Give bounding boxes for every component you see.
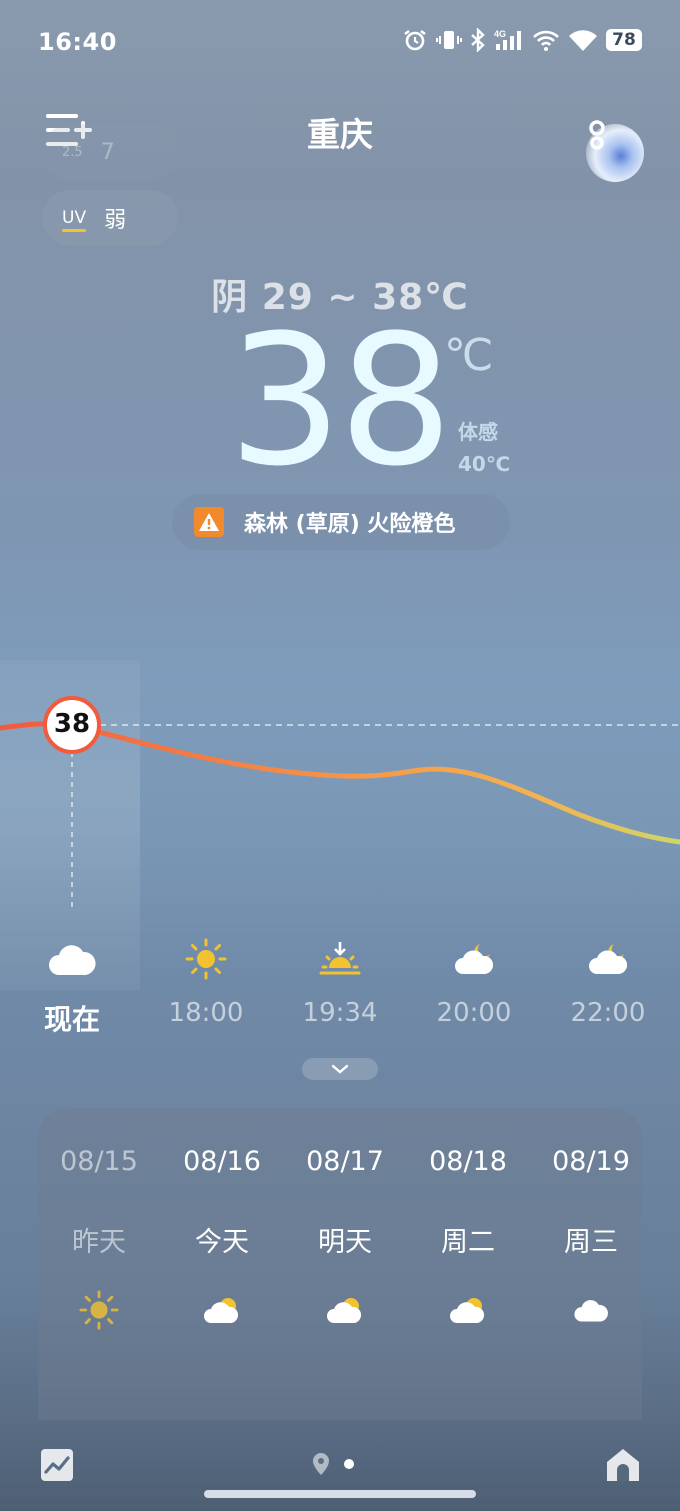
temperature-unit: ℃ xyxy=(444,330,494,381)
feels-like: 体感 40℃ xyxy=(458,416,510,480)
hour-label: 18:00 xyxy=(168,998,244,1028)
gesture-home-bar[interactable] xyxy=(204,1490,476,1498)
assistant-orb-icon[interactable] xyxy=(586,120,644,182)
status-time: 16:40 xyxy=(38,28,117,56)
day-item[interactable]: 08/17 明天 xyxy=(290,1146,400,1330)
location-pin-icon xyxy=(313,1453,329,1475)
feels-like-label: 体感 xyxy=(458,420,498,444)
hour-label: 20:00 xyxy=(436,998,512,1028)
pager-dot xyxy=(344,1459,354,1469)
day-date: 08/19 xyxy=(552,1146,630,1177)
warning-triangle-icon xyxy=(194,507,224,537)
uv-value: 弱 xyxy=(104,208,127,233)
hour-item[interactable]: 22:00 xyxy=(548,936,668,1028)
wifi-calling-icon xyxy=(533,30,559,51)
hour-item[interactable]: 18:00 xyxy=(146,936,266,1028)
vibrate-icon xyxy=(436,31,462,49)
status-icons: 4G 78 xyxy=(402,28,642,52)
day-item[interactable]: 08/18 周二 xyxy=(413,1146,523,1330)
day-date: 08/15 xyxy=(60,1146,138,1177)
wifi-icon xyxy=(569,30,597,51)
chevron-down-icon[interactable] xyxy=(302,1058,378,1080)
day-item[interactable]: 08/16 今天 xyxy=(167,1146,277,1330)
sun-icon xyxy=(44,1290,154,1330)
home-icon[interactable] xyxy=(604,1446,642,1484)
current-temperature: 38 xyxy=(228,297,453,506)
cloud-icon xyxy=(536,1290,646,1330)
weather-alert[interactable]: 森林 (草原) 火险橙色 xyxy=(172,494,510,550)
cloud-icon xyxy=(12,936,132,982)
aqi-label: 2.5 xyxy=(62,144,83,160)
day-name: 今天 xyxy=(195,1227,249,1258)
uv-chip[interactable]: UV 弱 xyxy=(42,190,178,246)
hour-label: 19:34 xyxy=(302,998,378,1028)
current-temp-marker-label: 38 xyxy=(53,709,91,739)
cloud-sun-icon xyxy=(290,1290,400,1330)
uv-label: UV xyxy=(62,208,87,232)
bluetooth-icon xyxy=(471,28,485,52)
day-date: 08/16 xyxy=(183,1146,261,1177)
cloud-sun-icon xyxy=(413,1290,523,1330)
day-name: 周三 xyxy=(564,1227,618,1258)
day-date: 08/18 xyxy=(429,1146,507,1177)
cloud-sun-icon xyxy=(167,1290,277,1330)
aqi-value: 7 xyxy=(100,139,115,165)
alarm-icon xyxy=(404,29,426,51)
sunset-icon xyxy=(280,936,400,982)
day-item[interactable]: 08/15 昨天 xyxy=(44,1146,154,1330)
hour-label: 现在 xyxy=(43,1003,100,1036)
day-item[interactable]: 08/19 周三 xyxy=(536,1146,646,1330)
city-pager xyxy=(312,1452,354,1476)
day-date: 08/17 xyxy=(306,1146,384,1177)
cloud-moon-icon xyxy=(414,936,534,982)
cellular-signal-icon: 4G xyxy=(494,29,521,50)
alert-text: 森林 (草原) 火险橙色 xyxy=(244,512,456,537)
sun-icon xyxy=(146,936,266,982)
svg-text:4G: 4G xyxy=(494,29,506,39)
day-name: 昨天 xyxy=(72,1227,126,1258)
day-name: 周二 xyxy=(441,1227,495,1258)
hour-item[interactable]: 20:00 xyxy=(414,936,534,1028)
hourly-temperature-curve[interactable] xyxy=(0,660,680,930)
cloud-moon-icon xyxy=(548,936,668,982)
day-name: 明天 xyxy=(318,1227,372,1258)
trend-chart-icon[interactable] xyxy=(40,1448,74,1482)
feels-like-value: 40℃ xyxy=(458,452,511,476)
battery-icon: 78 xyxy=(606,29,642,51)
temperature-curve-path xyxy=(0,721,680,845)
hour-item[interactable]: 现在 xyxy=(12,936,132,1038)
aqi-chip[interactable]: 2.5 7 xyxy=(42,124,178,180)
daily-forecast-card: 08/15 昨天 08/16 今天 08/17 明天 08/18 周二 08/1… xyxy=(38,1108,642,1420)
hour-item[interactable]: 19:34 xyxy=(280,936,400,1028)
hour-label: 22:00 xyxy=(570,998,646,1028)
